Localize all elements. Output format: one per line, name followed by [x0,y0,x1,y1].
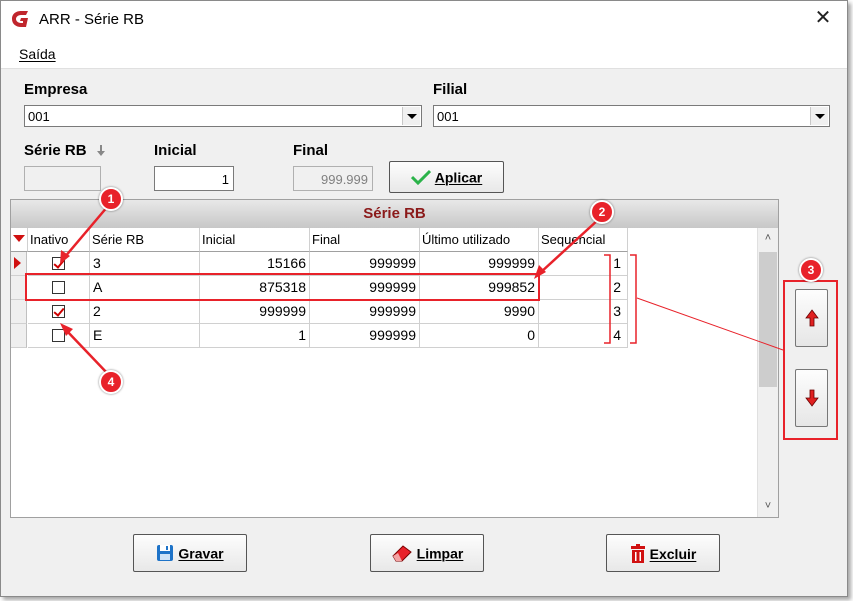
annotation-buttons-highlight [783,280,838,440]
column-header-final[interactable]: Final [310,228,420,252]
grid-scrollbar[interactable]: ˄ ˅ [757,228,778,517]
serie-input[interactable] [24,166,101,191]
inativo-checkbox[interactable] [52,257,65,270]
scroll-up-icon[interactable]: ˄ [758,228,778,248]
table-cell-inativo[interactable] [28,324,90,348]
final-label: Final [293,142,329,159]
aplicar-label: Aplicar [434,169,483,186]
empresa-label: Empresa [24,81,88,98]
annotation-badge-3: 3 [799,258,823,282]
table-cell-sequencial[interactable]: 3 [539,300,628,324]
close-button[interactable]: ✕ [809,7,837,31]
column-header-inativo[interactable]: Inativo [28,228,90,252]
gravar-label: Gravar [178,545,224,562]
sort-down-icon [97,145,105,156]
table-cell-sequencial[interactable]: 2 [539,276,628,300]
table-cell-inicial[interactable]: 999999 [200,300,310,324]
floppy-disk-icon [157,545,174,562]
aplicar-button[interactable]: Aplicar [389,161,504,193]
checkmark-icon [410,170,431,186]
table-cell-ultimo[interactable]: 9990 [420,300,539,324]
table-cell-serie[interactable]: E [90,324,200,348]
filial-select[interactable]: 001 [433,105,830,127]
chevron-down-icon[interactable] [402,107,420,125]
inicial-label: Inicial [154,142,197,159]
row-indicator-header[interactable] [11,228,28,252]
table-cell-final[interactable]: 999999 [310,300,420,324]
column-header-serie[interactable]: Série RB [90,228,200,252]
limpar-button[interactable]: Limpar [370,534,484,572]
current-row-icon [14,257,21,269]
menu-bar: Saída [1,35,847,69]
column-header-ultimo[interactable]: Último utilizado [420,228,539,252]
gravar-button[interactable]: Gravar [133,534,247,572]
limpar-label: Limpar [416,545,464,562]
menu-saida[interactable]: Saída [19,46,56,62]
annotation-badge-4: 4 [99,370,123,394]
window-title: ARR - Série RB [39,11,145,28]
table-cell-inicial[interactable]: 1 [200,324,310,348]
title-bar: ARR - Série RB ✕ [1,1,847,35]
inativo-checkbox[interactable] [52,305,65,318]
trash-icon [630,544,645,563]
filial-label: Filial [433,81,468,98]
excluir-label: Excluir [649,546,697,562]
final-input[interactable]: 999.999 [293,166,373,191]
scroll-thumb[interactable] [759,252,777,387]
app-logo-icon [12,11,28,27]
column-header-inicial[interactable]: Inicial [200,228,310,252]
serie-label: Série RB [24,142,87,159]
table-cell-sequencial[interactable]: 4 [539,324,628,348]
sort-indicator-icon [13,235,25,242]
table-cell-serie[interactable]: 2 [90,300,200,324]
annotation-badge-2: 2 [590,200,614,224]
excluir-button[interactable]: Excluir [606,534,720,572]
column-header-sequencial[interactable]: Sequencial [539,228,628,252]
filial-value: 001 [437,109,459,124]
eraser-icon [392,545,412,562]
table-cell-sequencial[interactable]: 1 [539,252,628,276]
table-cell-ultimo[interactable]: 0 [420,324,539,348]
inativo-checkbox[interactable] [52,329,65,342]
grid-title: Série RB [11,200,778,228]
empresa-select[interactable]: 001 [24,105,422,127]
serie-rb-grid: Série RB Inativo Série RB Inicial Final … [10,199,779,518]
chevron-down-icon[interactable] [810,107,828,125]
table-cell-inativo[interactable] [28,300,90,324]
close-icon: ✕ [814,7,832,29]
annotation-row-highlight [25,273,540,301]
row-indicator[interactable] [11,300,27,324]
row-indicator[interactable] [11,324,27,348]
table-cell-final[interactable]: 999999 [310,324,420,348]
annotation-badge-1: 1 [99,187,123,211]
empresa-value: 001 [28,109,50,124]
inicial-input[interactable]: 1 [154,166,234,191]
scroll-down-icon[interactable]: ˅ [758,496,778,516]
